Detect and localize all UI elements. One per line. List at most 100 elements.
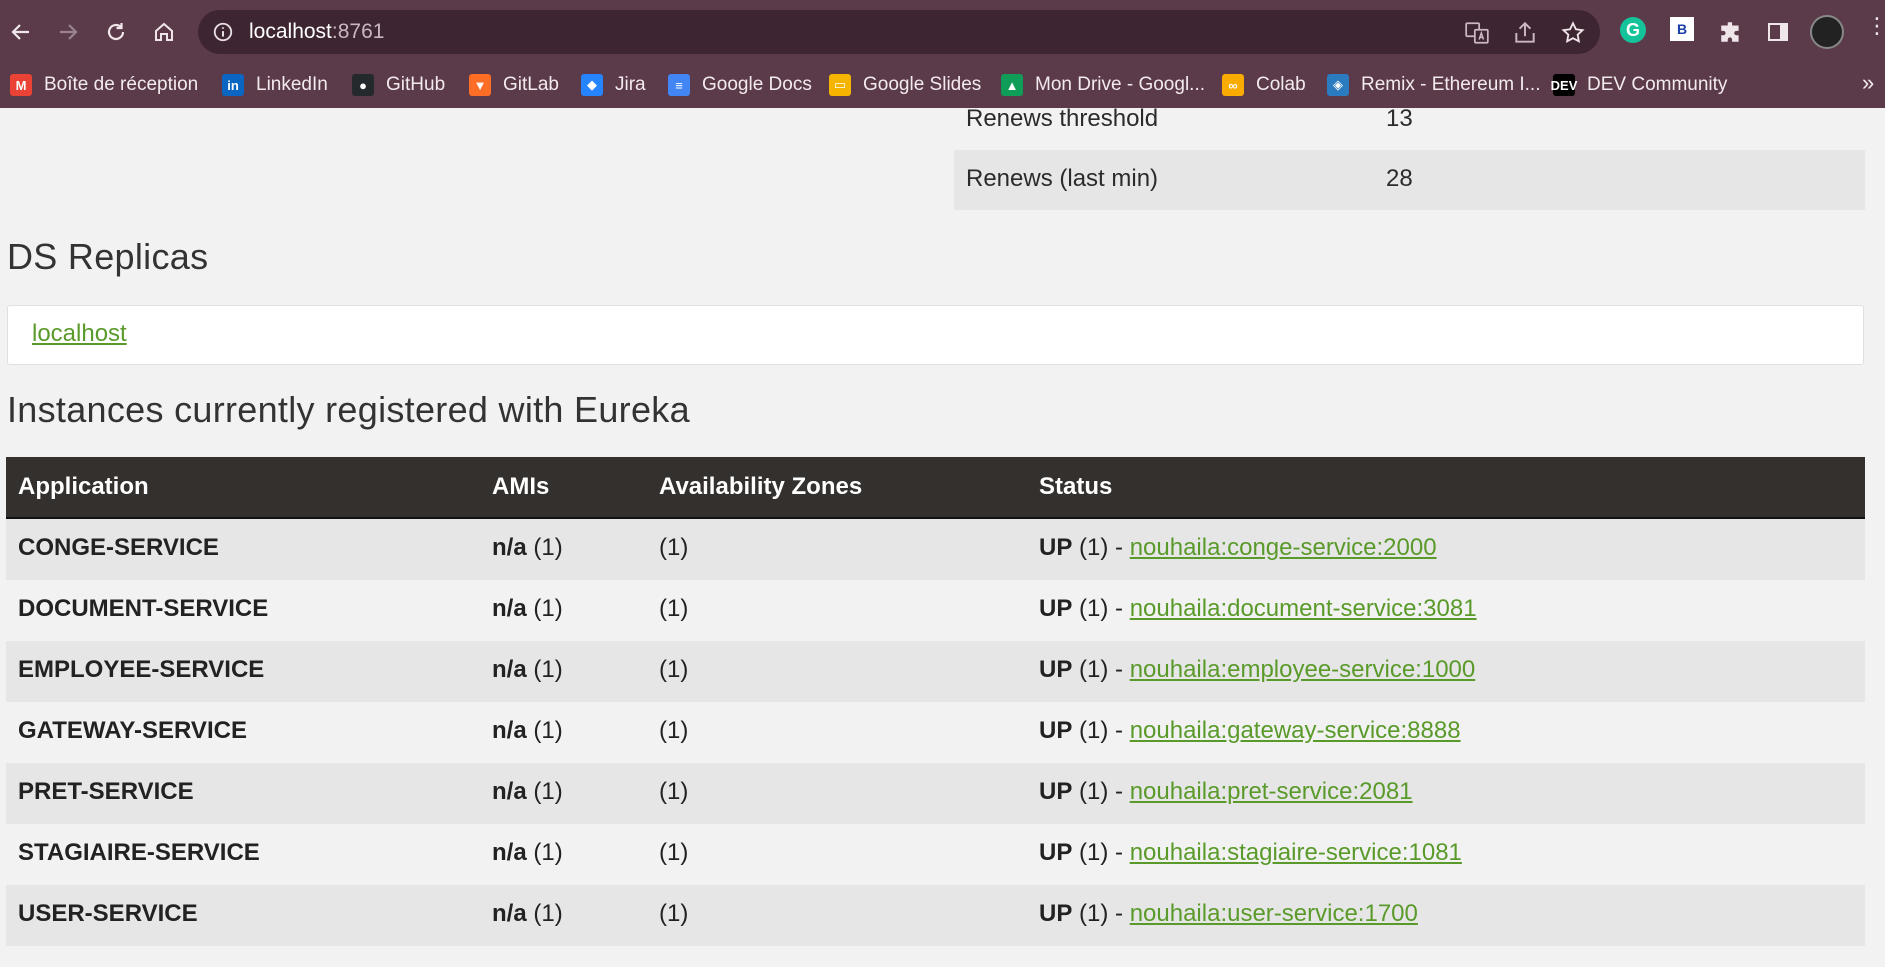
- table-row: CONGE-SERVICE n/a (1) (1) UP (1) - nouhaila…: [6, 519, 1865, 580]
- bookmark-item[interactable]: ≡ Google Docs: [668, 70, 812, 100]
- share-icon: [1515, 21, 1535, 43]
- menu-dots-icon[interactable]: ⋮: [1866, 15, 1885, 37]
- bookmark-item[interactable]: M Boîte de réception: [10, 70, 198, 100]
- share-button[interactable]: [1512, 20, 1538, 46]
- status-cell: UP (1) - nouhaila:user-service:1700: [1039, 900, 1418, 928]
- bookmark-label: Google Slides: [863, 74, 982, 95]
- application-name: USER-SERVICE: [18, 900, 198, 927]
- eureka-dashboard: Renews threshold 13 Renews (last min) 28…: [0, 108, 1885, 967]
- ami-value: n/a: [492, 900, 527, 927]
- ami-count: (1): [533, 900, 563, 927]
- ami-value: n/a: [492, 839, 527, 866]
- instance-link[interactable]: nouhaila:user-service:1700: [1130, 900, 1418, 927]
- grammarly-extension-icon[interactable]: G: [1620, 17, 1646, 43]
- stat-label: Renews (last min): [966, 165, 1159, 192]
- b-extension-icon[interactable]: B: [1670, 17, 1694, 41]
- table-row: PRET-SERVICE n/a (1) (1) UP (1) - nouhaila:…: [6, 763, 1865, 824]
- table-row: DOCUMENT-SERVICE n/a (1) (1) UP (1) - nouha…: [6, 580, 1865, 641]
- status-count: (1) -: [1079, 778, 1124, 805]
- bookmark-item[interactable]: ◆ Jira: [581, 70, 646, 100]
- google-drive-icon: ▲: [1001, 74, 1023, 96]
- stat-row-renews-last-min: Renews (last min) 28: [954, 150, 1865, 210]
- reload-icon: [107, 23, 125, 41]
- status-cell: UP (1) - nouhaila:gateway-service:8888: [1039, 717, 1461, 745]
- status-count: (1) -: [1079, 656, 1124, 683]
- back-button[interactable]: [3, 14, 39, 50]
- status-value: UP: [1039, 778, 1073, 805]
- bookmark-item[interactable]: ∞ Colab: [1222, 70, 1306, 100]
- bookmark-item[interactable]: ▲ Mon Drive - Googl...: [1001, 70, 1205, 100]
- address-bar[interactable]: localhost:8761: [198, 10, 1600, 54]
- site-info-icon[interactable]: [212, 21, 234, 43]
- ami-value: n/a: [492, 656, 527, 683]
- colab-icon: ∞: [1222, 74, 1244, 96]
- status-cell: UP (1) - nouhaila:conge-service:2000: [1039, 534, 1437, 562]
- bookmarks-overflow-icon[interactable]: »: [1862, 70, 1874, 96]
- url-port: :8761: [331, 20, 385, 43]
- availability-zone-cell: (1): [659, 717, 689, 744]
- stat-label: Renews threshold: [966, 108, 1159, 132]
- instance-link[interactable]: nouhaila:stagiaire-service:1081: [1130, 839, 1462, 866]
- status-count: (1) -: [1079, 534, 1124, 561]
- instance-link[interactable]: nouhaila:conge-service:2000: [1130, 534, 1437, 561]
- table-row: USER-SERVICE n/a (1) (1) UP (1) - nouhaila:…: [6, 885, 1865, 946]
- url-text[interactable]: localhost:8761: [249, 20, 384, 44]
- status-value: UP: [1039, 839, 1073, 866]
- status-count: (1) -: [1079, 839, 1124, 866]
- replica-link[interactable]: localhost: [32, 320, 127, 348]
- bookmark-star-button[interactable]: [1560, 20, 1586, 46]
- column-header-status: Status: [1039, 473, 1113, 500]
- instance-link[interactable]: nouhaila:document-service:3081: [1130, 595, 1477, 622]
- application-name: PRET-SERVICE: [18, 778, 194, 805]
- dev-icon: DEV: [1551, 74, 1577, 96]
- table-row: STAGIAIRE-SERVICE n/a (1) (1) UP (1) - nouh…: [6, 824, 1865, 885]
- bookmark-item[interactable]: ● GitHub: [352, 70, 445, 100]
- status-value: UP: [1039, 717, 1073, 744]
- column-header-application: Application: [18, 473, 149, 500]
- bookmark-label: Remix - Ethereum I...: [1361, 74, 1541, 95]
- home-button[interactable]: [146, 14, 182, 50]
- bookmark-label: Boîte de réception: [44, 74, 199, 95]
- stat-value: 28: [1386, 165, 1413, 192]
- profile-avatar[interactable]: [1810, 15, 1844, 49]
- availability-zone-cell: (1): [659, 778, 689, 805]
- forward-button[interactable]: [50, 14, 86, 50]
- application-name: STAGIAIRE-SERVICE: [18, 839, 260, 866]
- instance-link[interactable]: nouhaila:employee-service:1000: [1130, 656, 1476, 683]
- status-value: UP: [1039, 534, 1073, 561]
- ami-value: n/a: [492, 534, 527, 561]
- ami-value: n/a: [492, 717, 527, 744]
- reload-button[interactable]: [98, 14, 134, 50]
- bookmark-label: DEV Community: [1587, 74, 1728, 95]
- bookmarks-bar: M Boîte de réception in LinkedIn ● GitHub ▼ Git…: [0, 64, 1885, 108]
- instances-table: Application AMIs Availability Zones Stat…: [6, 457, 1865, 946]
- ami-cell: n/a (1): [492, 717, 563, 745]
- translate-button[interactable]: [1464, 20, 1490, 46]
- bookmark-item[interactable]: DEV DEV Community: [1551, 70, 1728, 100]
- table-row: GATEWAY-SERVICE n/a (1) (1) UP (1) - nouhai…: [6, 702, 1865, 763]
- bookmark-item[interactable]: ◈ Remix - Ethereum I...: [1327, 70, 1541, 100]
- bookmark-item[interactable]: in LinkedIn: [222, 70, 328, 100]
- table-row: EMPLOYEE-SERVICE n/a (1) (1) UP (1) - nouha…: [6, 641, 1865, 702]
- status-value: UP: [1039, 900, 1073, 927]
- ami-value: n/a: [492, 595, 527, 622]
- table-header: Application AMIs Availability Zones Stat…: [6, 457, 1865, 519]
- column-header-amis: AMIs: [492, 473, 550, 500]
- bookmark-item[interactable]: ▼ GitLab: [469, 70, 559, 100]
- bookmark-item[interactable]: ▭ Google Slides: [829, 70, 981, 100]
- availability-zone-cell: (1): [659, 839, 689, 866]
- browser-chrome: localhost:8761 G B ⋮ M Boîte de réception…: [0, 0, 1885, 108]
- application-name: EMPLOYEE-SERVICE: [18, 656, 265, 683]
- jira-icon: ◆: [581, 74, 603, 96]
- extensions-button[interactable]: [1716, 17, 1746, 47]
- ds-replicas-list: localhost: [7, 305, 1864, 365]
- instance-link[interactable]: nouhaila:gateway-service:8888: [1130, 717, 1461, 744]
- bookmark-label: Google Docs: [702, 74, 812, 95]
- status-count: (1) -: [1079, 900, 1124, 927]
- ami-count: (1): [533, 778, 563, 805]
- instance-link[interactable]: nouhaila:pret-service:2081: [1130, 778, 1413, 805]
- instances-heading: Instances currently registered with Eure…: [7, 389, 690, 430]
- availability-zone-cell: (1): [659, 534, 689, 561]
- browser-toolbar: localhost:8761 G B ⋮: [0, 0, 1885, 64]
- side-panel-button[interactable]: [1763, 17, 1793, 47]
